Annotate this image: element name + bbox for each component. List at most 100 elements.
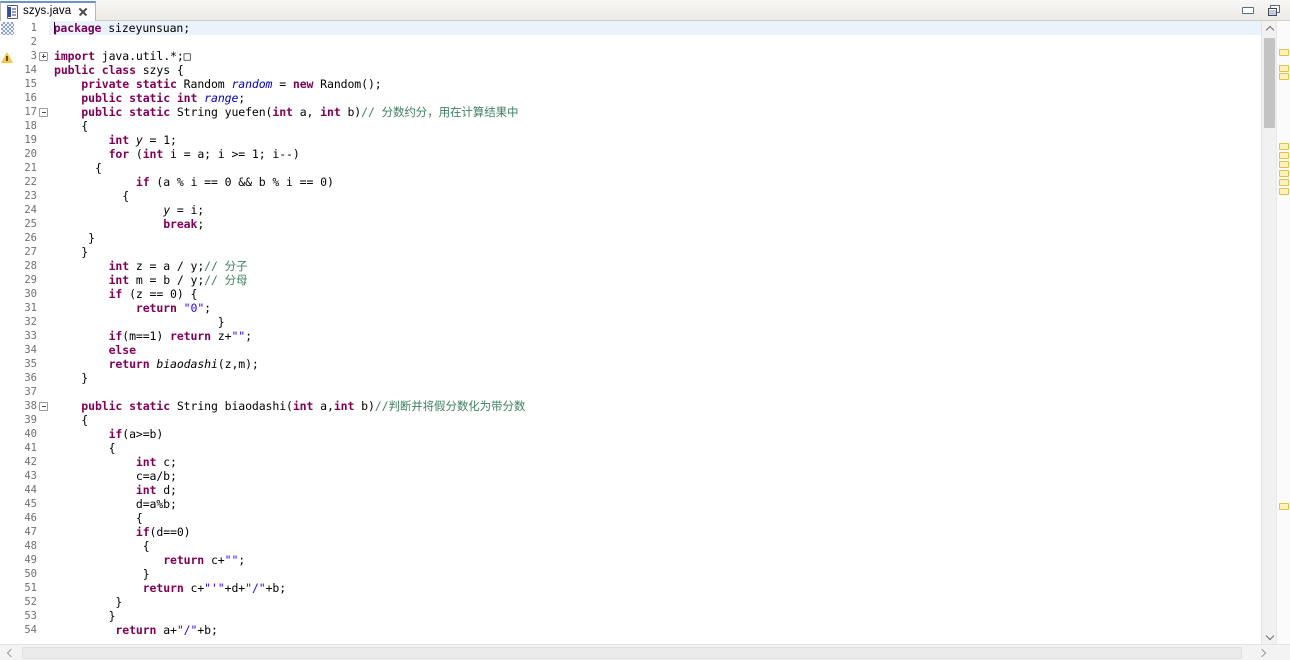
code-token-kw: return <box>108 357 150 371</box>
scroll-up-arrow-icon[interactable] <box>1262 21 1277 36</box>
code-line[interactable]: return "0"; <box>54 301 1261 315</box>
overview-warning-marker[interactable] <box>1279 49 1289 56</box>
code-line[interactable]: } <box>54 245 1261 259</box>
code-token-p <box>136 581 143 595</box>
code-token-cmt: //判断并将假分数化为带分数 <box>374 399 526 413</box>
overview-ruler[interactable] <box>1276 21 1290 644</box>
code-line[interactable]: return a+"/"+b; <box>54 623 1261 637</box>
code-line[interactable]: return c+"'"+d+"/"+b; <box>54 581 1261 595</box>
code-token-p: ; <box>238 553 246 567</box>
code-line[interactable]: int c; <box>54 455 1261 469</box>
code-token-p: z = a / y; <box>129 259 205 273</box>
code-line[interactable]: } <box>54 609 1261 623</box>
code-line[interactable]: c=a/b; <box>54 469 1261 483</box>
line-number: 2 <box>30 36 37 48</box>
fold-toggle-icon[interactable] <box>38 105 49 119</box>
fold-row-empty <box>38 301 49 315</box>
annotation-ruler[interactable] <box>0 21 14 644</box>
code-line[interactable]: if (a % i == 0 && b % i == 0) <box>54 175 1261 189</box>
overview-warning-marker[interactable] <box>1279 179 1289 186</box>
code-line[interactable]: } <box>54 567 1261 581</box>
code-line[interactable]: if(d==0) <box>54 525 1261 539</box>
fold-row-empty <box>38 469 49 483</box>
code-line[interactable]: public class szys { <box>54 63 1261 77</box>
code-line[interactable]: { <box>54 189 1261 203</box>
code-token-p <box>129 77 136 91</box>
code-line[interactable]: public static String yuefen(int a, int b… <box>54 105 1261 119</box>
code-line[interactable]: import java.util.*;□ <box>54 49 1261 63</box>
code-line[interactable]: int m = b / y;// 分母 <box>54 273 1261 287</box>
fold-toggle-icon[interactable] <box>38 399 49 413</box>
overview-warning-marker[interactable] <box>1279 65 1289 72</box>
code-line[interactable]: if(m==1) return z+""; <box>54 329 1261 343</box>
code-line[interactable] <box>54 35 1261 49</box>
line-number: 23 <box>24 190 37 202</box>
horizontal-scrollbar[interactable] <box>0 644 1290 660</box>
code-line[interactable]: int z = a / y;// 分子 <box>54 259 1261 273</box>
code-line[interactable]: { <box>54 119 1261 133</box>
maximize-restore-icon[interactable] <box>1267 4 1282 17</box>
scroll-down-arrow-icon[interactable] <box>1262 629 1277 644</box>
fold-collapse-icon[interactable] <box>39 107 48 117</box>
code-token-p: } <box>135 567 150 581</box>
code-token-kw: if <box>108 329 123 343</box>
line-number: 49 <box>24 554 37 566</box>
code-line[interactable]: public static int range; <box>54 91 1261 105</box>
code-token-fld: range <box>204 91 239 105</box>
code-token-str: "/" <box>176 623 198 637</box>
code-line[interactable]: { <box>54 413 1261 427</box>
folding-ruler[interactable] <box>38 21 49 644</box>
bookmark-marker-icon[interactable] <box>1 22 14 36</box>
code-line[interactable]: int y = 1; <box>54 133 1261 147</box>
code-line[interactable]: int d; <box>54 483 1261 497</box>
code-line[interactable]: } <box>54 315 1261 329</box>
code-line[interactable]: break; <box>54 217 1261 231</box>
code-text-area[interactable]: package sizeyunsuan; import java.util.*;… <box>49 21 1261 644</box>
window-controls <box>1241 4 1290 20</box>
overview-warning-marker[interactable] <box>1279 152 1289 159</box>
fold-expand-icon[interactable] <box>39 51 48 61</box>
minimize-icon[interactable] <box>1241 4 1256 17</box>
code-line[interactable] <box>54 385 1261 399</box>
overview-warning-marker[interactable] <box>1279 188 1289 195</box>
code-line[interactable]: private static Random random = new Rando… <box>54 77 1261 91</box>
java-file-icon <box>6 5 19 19</box>
vertical-scroll-thumb[interactable] <box>1264 38 1275 128</box>
fold-row-empty <box>38 357 49 371</box>
close-icon[interactable] <box>77 6 89 18</box>
scroll-left-arrow-icon[interactable] <box>0 645 20 660</box>
code-line[interactable]: return c+""; <box>54 553 1261 567</box>
fold-row-empty <box>38 553 49 567</box>
code-line[interactable]: } <box>54 371 1261 385</box>
editor-tab-szys-java[interactable]: szys.java <box>0 1 97 21</box>
horizontal-scroll-thumb[interactable] <box>22 647 1242 659</box>
overview-warning-marker[interactable] <box>1279 503 1289 510</box>
code-line[interactable]: } <box>54 595 1261 609</box>
code-line[interactable]: { <box>54 441 1261 455</box>
code-line[interactable]: y = i; <box>54 203 1261 217</box>
code-line[interactable]: else <box>54 343 1261 357</box>
code-line[interactable]: public static String biaodashi(int a,int… <box>54 399 1261 413</box>
code-line[interactable]: return biaodashi(z,m); <box>54 357 1261 371</box>
fold-collapse-icon[interactable] <box>39 401 48 411</box>
code-line[interactable]: { <box>54 539 1261 553</box>
scroll-right-arrow-icon[interactable] <box>1252 645 1274 660</box>
overview-warning-marker[interactable] <box>1279 161 1289 168</box>
fold-toggle-icon[interactable] <box>38 49 49 63</box>
code-line[interactable]: if(a>=b) <box>54 427 1261 441</box>
code-line[interactable]: if (z == 0) { <box>54 287 1261 301</box>
line-number: 18 <box>24 120 37 132</box>
code-line[interactable]: { <box>54 511 1261 525</box>
code-token-p: = 1; <box>142 133 177 147</box>
overview-warning-marker[interactable] <box>1279 143 1289 150</box>
vertical-scrollbar[interactable] <box>1261 21 1276 644</box>
code-token-cmt: // 分数约分，用在计算结果中 <box>361 105 519 119</box>
code-line[interactable]: d=a%b; <box>54 497 1261 511</box>
overview-warning-marker[interactable] <box>1279 170 1289 177</box>
code-line[interactable]: for (int i = a; i >= 1; i--) <box>54 147 1261 161</box>
code-line[interactable]: { <box>54 161 1261 175</box>
code-line[interactable]: } <box>54 231 1261 245</box>
warning-marker-icon[interactable] <box>1 51 14 65</box>
code-line[interactable]: package sizeyunsuan; <box>54 21 1261 35</box>
overview-warning-marker[interactable] <box>1279 73 1289 80</box>
